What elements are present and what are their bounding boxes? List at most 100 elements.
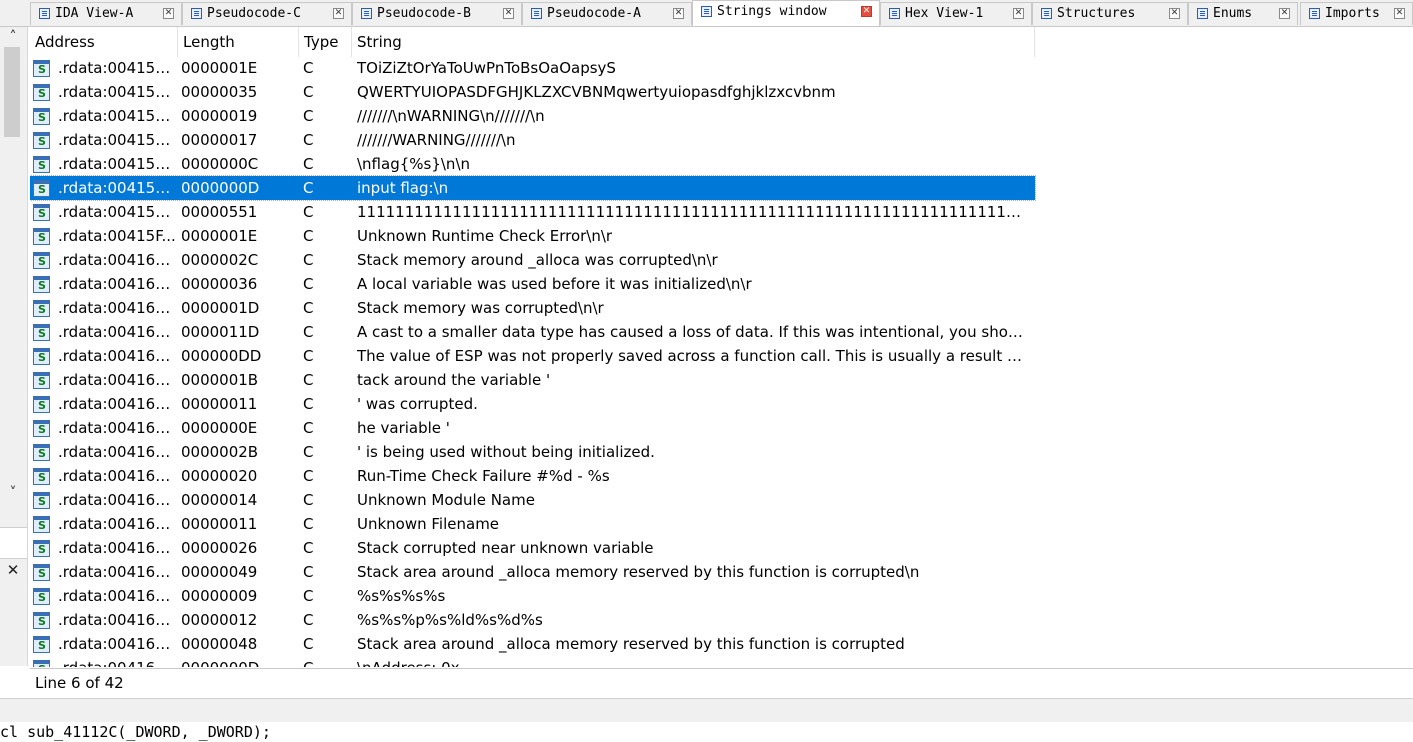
table-row[interactable]: S .rdata:004163... 00000011 C ' was corrupte… — [30, 392, 1035, 416]
cell-length: 0000001D — [181, 299, 260, 317]
string-icon-glyph: S — [38, 207, 46, 220]
string-icon: S — [33, 132, 50, 149]
cell-address: .rdata:004161... — [58, 347, 178, 365]
table-row[interactable]: S .rdata:004165... 00000049 C Stack area aro… — [30, 560, 1035, 584]
string-icon: S — [33, 108, 50, 125]
string-item-icon: S — [33, 396, 50, 413]
string-item-icon: S — [33, 492, 50, 509]
close-tab-icon[interactable]: ✕ — [861, 6, 872, 17]
tab-ida-view-a[interactable]: IDA View-A ✕ — [30, 2, 182, 25]
close-panel-icon[interactable]: ✕ — [4, 561, 22, 579]
cell-type: C — [303, 203, 314, 221]
cell-address: .rdata:004165... — [58, 563, 178, 581]
cell-string: input flag:\n — [357, 179, 449, 197]
tab-pseudocode-c[interactable]: Pseudocode-C ✕ — [182, 2, 352, 25]
string-icon-glyph: S — [38, 423, 46, 436]
column-header-type[interactable]: Type — [299, 27, 352, 57]
table-row[interactable]: S .rdata:004157... 0000001E C TOiZiZtOrYaToU… — [30, 56, 1035, 80]
tab-pseudocode-b[interactable]: Pseudocode-B ✕ — [352, 2, 522, 25]
cell-string: %s%s%s%s — [357, 587, 446, 605]
string-icon-glyph: S — [38, 351, 46, 364]
cell-length: 00000048 — [181, 635, 258, 653]
cell-length: 0000002B — [181, 443, 259, 461]
cell-address: .rdata:004165... — [58, 587, 178, 605]
string-icon-glyph: S — [38, 447, 46, 460]
table-row[interactable]: S .rdata:004158... 0000000C C \nflag{%s}\n\n — [30, 152, 1035, 176]
cell-length: 000000DD — [181, 347, 262, 365]
tab-imports[interactable]: Imports ✕ — [1300, 2, 1413, 25]
string-item-icon: S — [33, 636, 50, 653]
string-item-icon: S — [33, 108, 50, 125]
table-row[interactable]: S .rdata:004165... 00000009 C %s%s%s%s — [30, 584, 1035, 608]
cell-string: he variable ' — [357, 419, 450, 437]
close-tab-icon[interactable]: ✕ — [163, 8, 174, 19]
table-row[interactable]: S .rdata:004163... 0000002B C ' is being use… — [30, 440, 1035, 464]
tab-hex-view-1[interactable]: Hex View-1 ✕ — [880, 2, 1032, 25]
close-tab-icon[interactable]: ✕ — [1169, 8, 1180, 19]
close-tab-icon[interactable]: ✕ — [1394, 8, 1405, 19]
tab-strings-window[interactable]: Strings window ✕ — [692, 0, 880, 26]
close-tab-icon[interactable]: ✕ — [503, 8, 514, 19]
string-item-icon: S — [33, 252, 50, 269]
table-row[interactable]: S .rdata:004165...0000000DC \nAddress: 0x — [30, 656, 1035, 667]
cell-address: .rdata:004165... — [58, 635, 178, 653]
table-row[interactable]: S .rdata:004164... 00000026 C Stack corrupte… — [30, 536, 1035, 560]
cell-length: 0000000C — [181, 155, 259, 173]
column-header-length[interactable]: Length — [178, 27, 299, 57]
string-icon-glyph: S — [38, 495, 46, 508]
scroll-up-arrow-icon[interactable]: ˄ — [4, 29, 22, 45]
string-icon: S — [33, 468, 50, 485]
table-row[interactable]: S .rdata:004163... 0000001B Ctack around th… — [30, 368, 1035, 392]
table-row[interactable]: S .rdata:004165... 00000012 C %s%s%p%s%ld%s%… — [30, 608, 1035, 632]
string-icon: S — [33, 84, 50, 101]
cell-type: C — [303, 131, 314, 149]
table-row[interactable]: S .rdata:004158... 00000017 C ///////WARNING… — [30, 128, 1035, 152]
string-icon: S — [33, 540, 50, 557]
table-row[interactable]: S .rdata:004160... 0000001D C Stack memory w… — [30, 296, 1035, 320]
string-item-icon: S — [33, 564, 50, 581]
cell-address: .rdata:004163... — [58, 395, 178, 413]
cell-length: 00000012 — [181, 611, 258, 629]
close-tab-icon[interactable]: ✕ — [1013, 8, 1024, 19]
table-row[interactable]: S .rdata:004158... 00000551 C 11111111111111… — [30, 200, 1035, 224]
cell-address: .rdata:004158... — [58, 179, 178, 197]
close-tab-icon[interactable]: ✕ — [333, 8, 344, 19]
tab-pseudocode-a[interactable]: Pseudocode-A ✕ — [522, 2, 692, 25]
table-row[interactable]: S .rdata:00415F... 0000001E C Unknown Runtim… — [30, 224, 1035, 248]
table-row[interactable]: S .rdata:004160... 0000011D C A cast to a sm… — [30, 320, 1035, 344]
close-tab-icon[interactable]: ✕ — [1279, 8, 1290, 19]
table-row[interactable]: S .rdata:004163... 0000000E Che variable ' — [30, 416, 1035, 440]
cell-address: .rdata:004163... — [58, 515, 178, 533]
cell-type: C — [303, 227, 314, 245]
string-item-icon: S — [33, 228, 50, 245]
output-line: cl sub_41112C(_DWORD, _DWORD); — [0, 722, 1413, 742]
strings-list[interactable]: Address Length Type String S .rdata:00415… — [30, 27, 1413, 667]
column-header-address[interactable]: Address — [30, 27, 178, 57]
table-row[interactable]: S .rdata:004163... 00000014 C Unknown Module… — [30, 488, 1035, 512]
column-header-string[interactable]: String — [352, 27, 1035, 57]
table-row[interactable]: S .rdata:004160... 0000002C C Stack memory a… — [30, 248, 1035, 272]
scrollbar-thumb[interactable] — [4, 47, 20, 137]
close-tab-icon[interactable]: ✕ — [673, 8, 684, 19]
scroll-down-arrow-icon[interactable]: ˅ — [4, 485, 22, 501]
string-icon-glyph: S — [38, 303, 46, 316]
string-icon-glyph: S — [38, 255, 46, 268]
string-item-icon: S — [33, 372, 50, 389]
tab-structures[interactable]: Structures ✕ — [1032, 2, 1188, 25]
tab-enums[interactable]: Enums ✕ — [1188, 2, 1298, 25]
cell-address: .rdata:004164... — [58, 539, 178, 557]
table-row[interactable]: S .rdata:004157... 00000035 C QWERTYUIOPASDF… — [30, 80, 1035, 104]
table-row[interactable]: S .rdata:004163... 00000011 C Unknown Filena… — [30, 512, 1035, 536]
string-icon: S — [33, 228, 50, 245]
table-row[interactable]: S .rdata:004157... 00000019 C ///////\nWARNI… — [30, 104, 1035, 128]
table-row[interactable]: S .rdata:004165... 00000048 C Stack area aro… — [30, 632, 1035, 656]
cell-type: C — [303, 563, 314, 581]
table-row[interactable]: S .rdata:004163... 00000020 C Run-Time Check… — [30, 464, 1035, 488]
table-row[interactable]: S .rdata:004158... 0000000D Cinput flag:\n — [30, 175, 1036, 201]
cell-length: 0000000D — [181, 179, 260, 197]
cell-length: 00000036 — [181, 275, 258, 293]
table-row[interactable]: S .rdata:004160... 00000036 C A local variab… — [30, 272, 1035, 296]
cell-string: ///////\nWARNING\n///////\n — [357, 107, 545, 125]
cell-length: 00000011 — [181, 515, 258, 533]
table-row[interactable]: S .rdata:004161... 000000DD C The value of E… — [30, 344, 1035, 368]
